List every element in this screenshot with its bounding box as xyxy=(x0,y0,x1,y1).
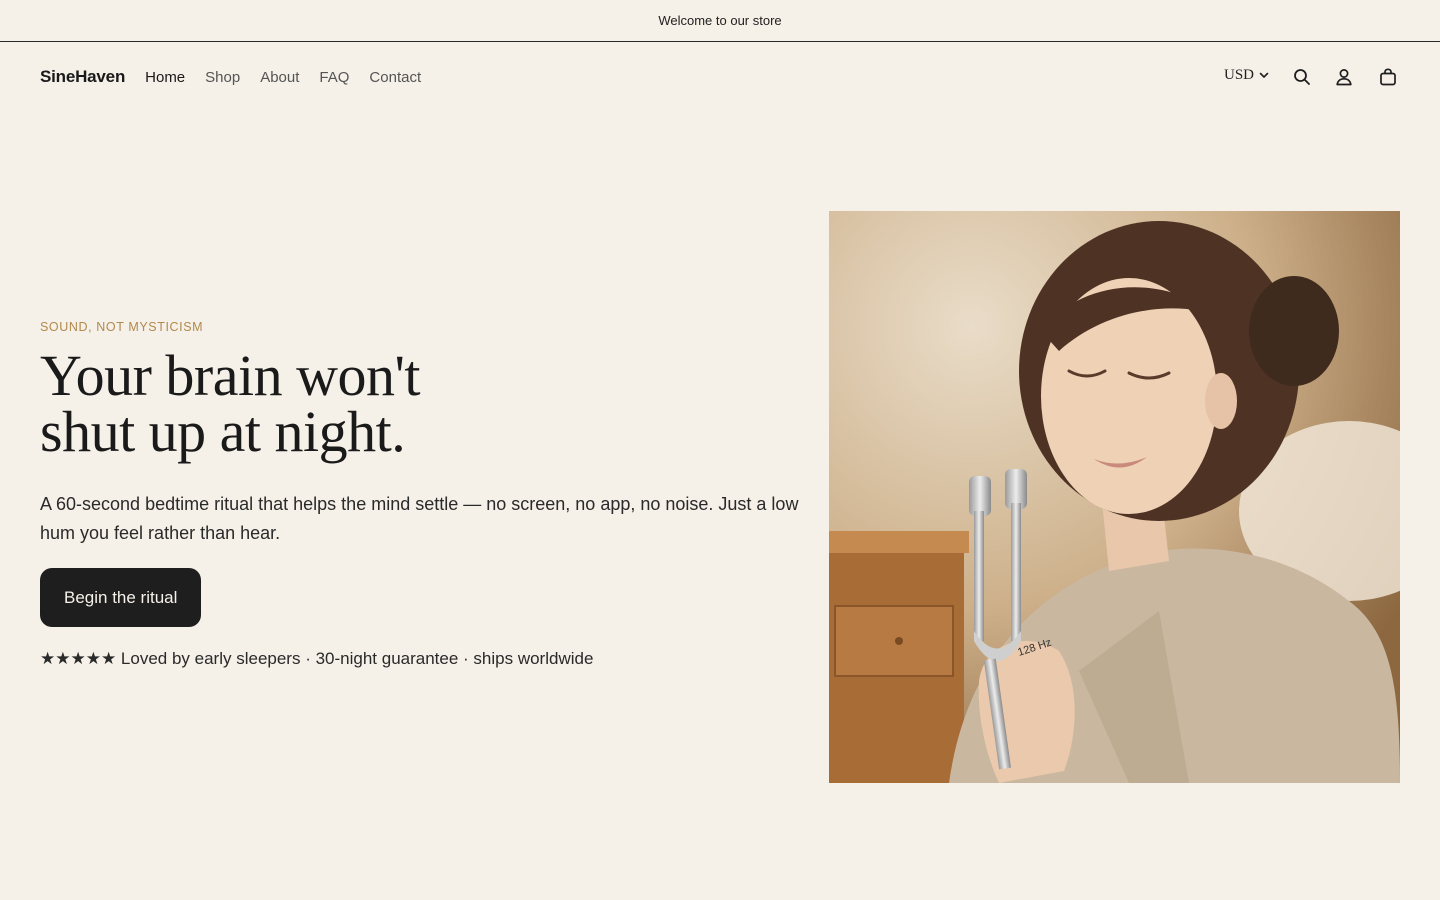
hero-eyebrow: SOUND, NOT MYSTICISM xyxy=(40,320,204,334)
nav-about[interactable]: About xyxy=(260,69,299,86)
hero-subtext: A 60-second bedtime ritual that helps th… xyxy=(40,494,799,543)
nav-contact[interactable]: Contact xyxy=(369,69,421,86)
site-logo[interactable]: SineHaven xyxy=(40,67,125,87)
headline-line-2: shut up at night. xyxy=(40,399,406,464)
hero-headline: Your brain won't shut up at night. xyxy=(40,343,800,464)
cart-button[interactable] xyxy=(1376,65,1400,89)
nav-home[interactable]: Home xyxy=(145,69,185,86)
nav-shop[interactable]: Shop xyxy=(205,69,240,86)
hero-content: SOUND, NOT MYSTICISM Your brain won't sh… xyxy=(40,320,800,669)
cart-icon xyxy=(1380,68,1396,86)
currency-selector[interactable]: USD xyxy=(1224,67,1270,84)
trust-line: ★★★★★ Loved by early sleepers · 30-night… xyxy=(40,649,594,668)
main-nav: Home Shop About FAQ Contact xyxy=(145,69,441,86)
account-button[interactable] xyxy=(1332,65,1356,89)
search-button[interactable] xyxy=(1290,65,1314,89)
hero-image: 128 Hz xyxy=(829,211,1400,783)
site-header: SineHaven Home Shop About FAQ Contact US… xyxy=(0,42,1440,112)
currency-label: USD xyxy=(1223,66,1254,83)
nav-faq[interactable]: FAQ xyxy=(319,69,349,86)
chevron-down-icon xyxy=(1259,72,1269,78)
header-actions: USD xyxy=(1224,65,1400,89)
announcement-text: Welcome to our store xyxy=(658,13,782,28)
account-icon xyxy=(1336,69,1352,86)
headline-line-1: Your brain won't xyxy=(40,343,421,408)
hero-illustration: 128 Hz xyxy=(829,211,1400,783)
announcement-bar: Welcome to our store xyxy=(0,0,1440,42)
begin-ritual-button[interactable]: Begin the ritual xyxy=(40,568,202,627)
search-icon xyxy=(1294,69,1310,85)
